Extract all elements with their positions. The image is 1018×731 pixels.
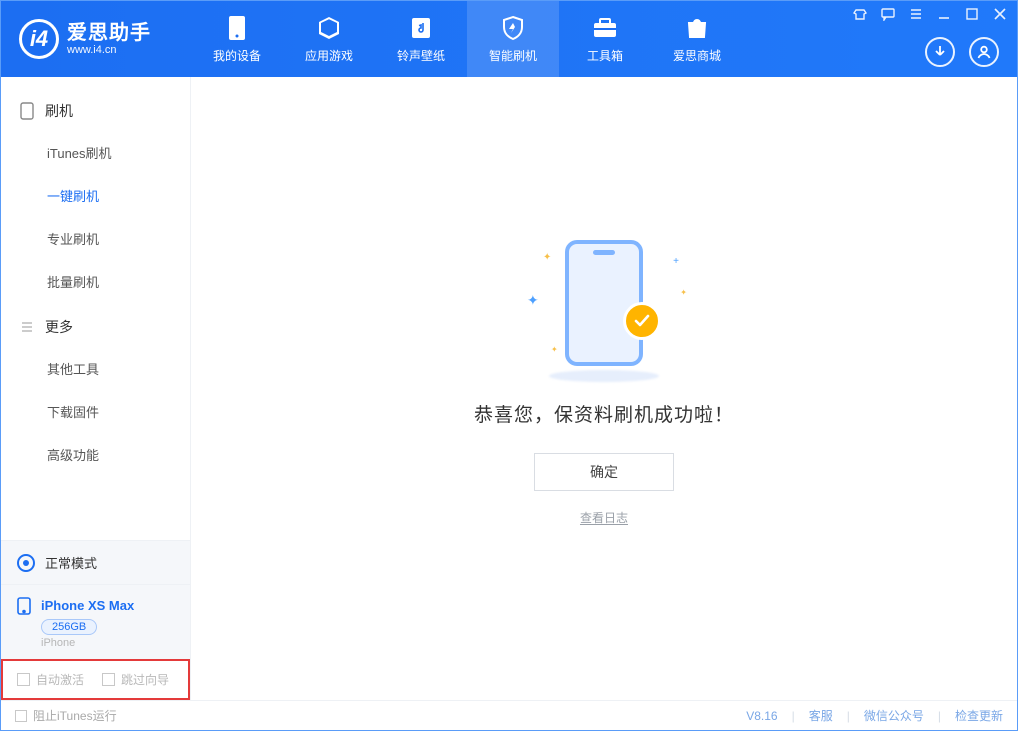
sidebar-group-more: 更多	[1, 303, 190, 347]
sidebar-item-batch-flash[interactable]: 批量刷机	[1, 260, 190, 303]
tab-ringtone-wallpaper[interactable]: 铃声壁纸	[375, 1, 467, 77]
menu-icon[interactable]	[909, 7, 923, 21]
phone-outline-icon	[19, 103, 35, 119]
sidebar-group-flash: 刷机	[1, 87, 190, 131]
checkbox-auto-activate[interactable]: 自动激活	[17, 671, 84, 688]
status-left: 阻止iTunes运行	[15, 707, 117, 724]
result-message: 恭喜您，保资料刷机成功啦！	[474, 400, 734, 427]
sidebar-item-download-firmware[interactable]: 下载固件	[1, 390, 190, 433]
feedback-icon[interactable]	[881, 7, 895, 21]
sparkle-icon: +	[673, 256, 679, 267]
flash-result-panel: ✦ ✦ + ✦ ✦ 恭喜您，保资料刷机成功啦！ 确定 查看日志	[474, 232, 734, 526]
tab-apps-games[interactable]: 应用游戏	[283, 1, 375, 77]
checkbox-icon	[17, 673, 30, 686]
download-button[interactable]	[925, 37, 955, 67]
sparkle-icon: ✦	[551, 345, 558, 354]
checkbox-block-itunes[interactable]: 阻止iTunes运行	[15, 707, 117, 724]
bag-icon	[684, 15, 710, 41]
main-tabs: 我的设备 应用游戏 铃声壁纸 智能刷机 工具箱	[191, 1, 743, 77]
check-update-link[interactable]: 检查更新	[955, 707, 1003, 724]
logo: i4 爱思助手 www.i4.cn	[1, 19, 191, 59]
checkbox-icon	[15, 710, 27, 722]
sidebar-item-other-tools[interactable]: 其他工具	[1, 347, 190, 390]
shield-icon	[500, 15, 526, 41]
main-content: ✦ ✦ + ✦ ✦ 恭喜您，保资料刷机成功啦！ 确定 查看日志	[191, 77, 1017, 700]
success-illustration: ✦ ✦ + ✦ ✦	[519, 232, 689, 382]
tab-label: 铃声壁纸	[397, 47, 445, 64]
sidebar-bottom: 正常模式 iPhone XS Max 256GB iPhone 自动激活	[1, 540, 190, 700]
sparkle-icon: ✦	[527, 292, 539, 309]
account-button[interactable]	[969, 37, 999, 67]
tab-label: 工具箱	[587, 47, 623, 64]
app-header: i4 爱思助手 www.i4.cn 我的设备 应用游戏 铃声壁纸	[1, 1, 1017, 77]
skin-icon[interactable]	[853, 7, 867, 21]
brand-name: 爱思助手	[67, 22, 151, 44]
checkbox-label: 跳过向导	[121, 671, 169, 688]
success-check-icon	[623, 302, 661, 340]
device-icon	[224, 15, 250, 41]
tab-label: 应用游戏	[305, 47, 353, 64]
support-link[interactable]: 客服	[809, 707, 833, 724]
tab-label: 爱思商城	[673, 47, 721, 64]
view-log-link[interactable]: 查看日志	[580, 509, 628, 526]
minimize-button[interactable]	[937, 7, 951, 21]
sidebar-item-pro-flash[interactable]: 专业刷机	[1, 217, 190, 260]
group-title: 刷机	[45, 101, 73, 121]
tab-toolbox[interactable]: 工具箱	[559, 1, 651, 77]
logo-icon: i4	[19, 19, 59, 59]
device-storage: 256GB	[41, 619, 97, 635]
sidebar-item-itunes-flash[interactable]: iTunes刷机	[1, 131, 190, 174]
sparkle-icon: ✦	[680, 288, 687, 297]
checkbox-label: 自动激活	[36, 671, 84, 688]
status-bar: 阻止iTunes运行 V8.16 | 客服 | 微信公众号 | 检查更新	[1, 700, 1017, 730]
device-card[interactable]: iPhone XS Max 256GB iPhone	[1, 585, 190, 659]
sidebar: 刷机 iTunes刷机 一键刷机 专业刷机 批量刷机 更多 其他工具 下载固件 …	[1, 77, 191, 700]
checkbox-label: 阻止iTunes运行	[33, 707, 117, 724]
device-mode-row[interactable]: 正常模式	[1, 541, 190, 585]
window-controls	[853, 7, 1007, 21]
group-title: 更多	[45, 317, 73, 337]
brand-url: www.i4.cn	[67, 44, 151, 56]
checkbox-skip-guide[interactable]: 跳过向导	[102, 671, 169, 688]
header-action-circles	[925, 37, 999, 67]
sidebar-item-one-click-flash[interactable]: 一键刷机	[1, 174, 190, 217]
mode-label: 正常模式	[45, 553, 97, 572]
sparkle-icon: ✦	[543, 252, 551, 263]
checkbox-icon	[102, 673, 115, 686]
logo-text: 爱思助手 www.i4.cn	[67, 22, 151, 56]
close-button[interactable]	[993, 7, 1007, 21]
cube-icon	[316, 15, 342, 41]
version-label: V8.16	[746, 709, 777, 723]
confirm-button[interactable]: 确定	[534, 453, 674, 491]
maximize-button[interactable]	[965, 7, 979, 21]
tab-label: 我的设备	[213, 47, 261, 64]
tab-my-device[interactable]: 我的设备	[191, 1, 283, 77]
phone-illustration-icon	[565, 240, 643, 366]
status-right: V8.16 | 客服 | 微信公众号 | 检查更新	[746, 707, 1003, 724]
note-icon	[408, 15, 434, 41]
mode-indicator-icon	[17, 554, 35, 572]
wechat-link[interactable]: 微信公众号	[864, 707, 924, 724]
sidebar-item-advanced[interactable]: 高级功能	[1, 433, 190, 476]
flash-options-highlighted: 自动激活 跳过向导	[1, 659, 190, 700]
tab-label: 智能刷机	[489, 47, 537, 64]
device-type: iPhone	[41, 637, 174, 649]
phone-icon	[17, 597, 33, 613]
tab-store[interactable]: 爱思商城	[651, 1, 743, 77]
tab-smart-flash[interactable]: 智能刷机	[467, 1, 559, 77]
device-name: iPhone XS Max	[41, 598, 134, 613]
toolbox-icon	[592, 15, 618, 41]
list-icon	[19, 319, 35, 335]
